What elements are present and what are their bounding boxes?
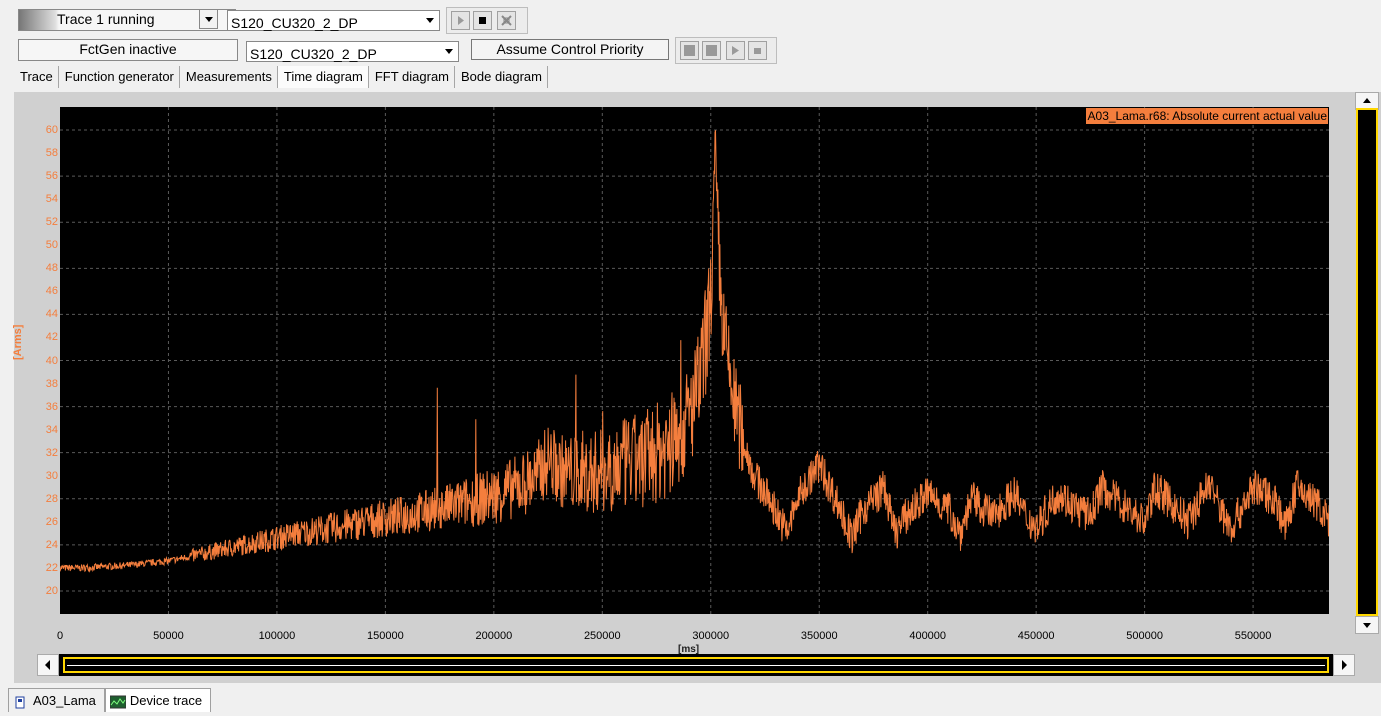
y-tick-label-4: 28: [45, 492, 58, 505]
y-tick-label-5: 30: [45, 469, 58, 482]
series-line-absolute-current: [60, 130, 1329, 573]
y-tick-label-6: 32: [45, 446, 58, 459]
scroll-right-button[interactable]: [1333, 654, 1355, 676]
y-tick-label-0: 20: [45, 584, 58, 597]
trace-start-button[interactable]: [451, 11, 470, 30]
chevron-up-icon: [1363, 98, 1371, 103]
y-tick-label-17: 54: [45, 193, 58, 206]
time-diagram-panel: 20 22 24 26 28 30 32 34 36 38 40 42 44 46 48 50 52 54 56 58…: [12, 92, 1381, 683]
y-tick-label-16: 52: [45, 216, 58, 229]
fctgen-status-field: FctGen inactive: [18, 39, 238, 61]
trace-status-dropdown-button[interactable]: [199, 9, 218, 29]
y-tick-label-14: 48: [45, 262, 58, 275]
tab-a03-lama[interactable]: A03_Lama: [8, 688, 105, 712]
y-tick-label-13: 46: [45, 285, 58, 298]
drive-icon: [13, 694, 27, 708]
vertical-scrollbar[interactable]: [1355, 92, 1379, 634]
tab-time-diagram[interactable]: Time diagram: [277, 66, 369, 88]
legend-entry: A03_Lama.r68: Absolute current actual va…: [1085, 108, 1328, 124]
tab-measurements[interactable]: Measurements: [180, 66, 278, 88]
horizontal-scrollbar[interactable]: [37, 654, 1355, 676]
trace-delete-button[interactable]: [497, 11, 516, 30]
square-icon: [684, 45, 695, 56]
x-tick-label-6: 300000: [692, 630, 730, 642]
x-tick-label-11: 550000: [1234, 630, 1272, 642]
tab-a03-lama-label: A03_Lama: [33, 692, 96, 708]
x-tick-label-4: 200000: [475, 630, 513, 642]
plot-svg: [60, 107, 1329, 614]
y-tick-label-7: 34: [45, 423, 58, 436]
x-tick-label-3: 150000: [367, 630, 404, 642]
chevron-left-icon: [45, 660, 50, 670]
x-tick-label-1: 50000: [153, 630, 184, 642]
chevron-down-icon: [440, 42, 458, 61]
function-generator-toolbar: FctGen inactive S120_CU320_2_DP Assume C…: [0, 34, 1381, 65]
x-tick-label-0: 0: [56, 630, 64, 642]
y-tick-label-9: 38: [45, 377, 58, 390]
tab-function-generator[interactable]: Function generator: [59, 66, 180, 88]
document-tabs: A03_Lama Device trace: [8, 688, 212, 712]
tab-trace[interactable]: Trace: [14, 66, 59, 88]
scroll-left-button[interactable]: [37, 654, 59, 676]
fctgen-device-select-value: S120_CU320_2_DP: [250, 46, 377, 62]
y-tick-label-3: 26: [45, 515, 58, 528]
x-tick-label-8: 400000: [909, 630, 947, 642]
scroll-down-button[interactable]: [1355, 616, 1379, 634]
y-axis-label: [Arms]: [12, 324, 24, 360]
vertical-scroll-thumb[interactable]: [1356, 108, 1378, 616]
plot-area[interactable]: A03_Lama.r68: Absolute current actual va…: [60, 107, 1329, 614]
stop-icon: [754, 48, 761, 54]
trace-device-select[interactable]: S120_CU320_2_DP: [227, 10, 440, 31]
stop-icon: [479, 17, 486, 24]
tab-fft-diagram[interactable]: FFT diagram: [369, 66, 456, 88]
play-icon: [458, 16, 464, 25]
view-tabs: Trace Function generator Measurements Ti…: [14, 66, 548, 89]
x-tick-label-10: 500000: [1126, 630, 1163, 642]
tab-device-trace[interactable]: Device trace: [104, 688, 212, 712]
y-tick-label-20: 60: [45, 124, 58, 137]
fctgen-device-select[interactable]: S120_CU320_2_DP: [246, 41, 459, 62]
assume-control-priority-button[interactable]: Assume Control Priority: [471, 39, 669, 60]
fctgen-button-2[interactable]: [702, 41, 721, 60]
trace-icon: [109, 694, 127, 708]
chevron-right-icon: [1342, 660, 1347, 670]
horizontal-scroll-thumb[interactable]: [63, 657, 1329, 673]
y-tick-label-12: 44: [45, 308, 58, 321]
trace-status-label: Trace 1 running: [57, 11, 155, 27]
fctgen-status-label: FctGen inactive: [79, 41, 177, 57]
y-tick-label-8: 36: [45, 400, 58, 413]
y-tick-label-2: 24: [45, 538, 58, 551]
play-icon: [732, 46, 739, 55]
cross-icon: [501, 15, 512, 26]
tab-bode-diagram[interactable]: Bode diagram: [455, 66, 548, 88]
trace-stop-button[interactable]: [473, 11, 492, 30]
square-icon: [706, 45, 717, 56]
trace-device-select-value: S120_CU320_2_DP: [231, 15, 358, 31]
trace-toolbar: Trace 1 running S120_CU320_2_DP: [0, 4, 1381, 35]
y-tick-label-19: 58: [45, 147, 58, 160]
x-tick-label-7: 350000: [800, 630, 838, 642]
trace-controls-group: [446, 7, 528, 34]
fctgen-controls-group: [675, 37, 777, 64]
x-tick-label-2: 100000: [258, 630, 296, 642]
fctgen-stop-button[interactable]: [748, 41, 767, 60]
x-tick-label-5: 250000: [583, 630, 621, 642]
fctgen-button-1[interactable]: [680, 41, 699, 60]
fctgen-start-button[interactable]: [726, 41, 745, 60]
y-tick-label-1: 22: [45, 561, 58, 574]
chevron-down-icon: [1363, 623, 1371, 628]
assume-control-priority-label: Assume Control Priority: [496, 41, 644, 57]
tab-device-trace-label: Device trace: [129, 692, 203, 708]
chevron-down-icon: [421, 11, 439, 30]
horizontal-scroll-track: [59, 654, 1333, 676]
x-tick-label-9: 450000: [1017, 630, 1055, 642]
y-tick-label-15: 50: [45, 239, 58, 252]
y-tick-label-18: 56: [45, 170, 58, 183]
